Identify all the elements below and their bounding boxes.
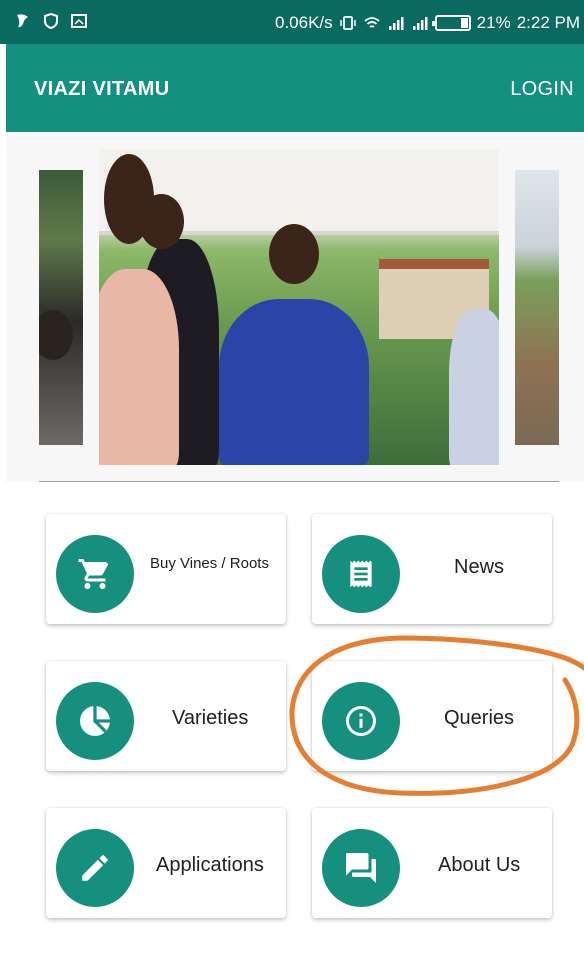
battery-level: 21% [476,13,511,32]
queries-label: Queries [444,706,515,729]
applications-card[interactable]: Applications [46,808,286,918]
app-screen: 0.06K/s 21% 2:22 PM VIAZI VITAMU LOGIN B… [0,0,584,956]
about-us-card[interactable]: About Us [312,808,552,918]
vibrate-icon [339,16,356,30]
status-icons-left [14,12,88,30]
signal-2-icon [412,17,428,30]
news-card[interactable]: News [312,514,552,624]
news-label: News [454,555,505,578]
status-icons-right: 0.06K/s 21% 2:22 PM [275,13,580,33]
cart-icon [56,535,134,613]
signal-icon [388,17,404,30]
network-speed: 0.06K/s [275,13,333,32]
buy-vines-card[interactable]: Buy Vines / Roots [46,514,286,624]
login-button[interactable]: LOGIN [510,78,574,101]
shield-icon [44,12,58,30]
carousel-slide-previous[interactable] [39,170,83,445]
photo-head [269,224,319,284]
buy-vines-label: Buy Vines / Roots [150,554,269,572]
pie-icon [56,682,134,760]
varieties-card[interactable]: Varieties [46,661,286,771]
screenshot-icon [71,14,87,28]
queries-card[interactable]: Queries [312,661,552,771]
battery-icon [431,15,471,31]
about-us-label: About Us [438,853,521,876]
carousel-slide-photo[interactable] [99,149,499,465]
photo-person [99,269,179,465]
wifi-icon [364,17,380,28]
photo-head [104,154,154,244]
carousel-slide-next[interactable] [515,170,559,445]
info-icon [322,682,400,760]
divider [39,481,559,482]
status-bar: 0.06K/s 21% 2:22 PM [0,0,584,44]
photo-person [449,309,499,465]
image-carousel[interactable] [6,132,584,482]
photo-person [39,310,73,360]
chat-icon [322,829,400,907]
clock: 2:22 PM [516,13,580,32]
pencil-icon [56,829,134,907]
photo-person [219,299,369,465]
applications-label: Applications [156,853,264,876]
app-title: VIAZI VITAMU [34,78,170,100]
varieties-label: Varieties [172,706,249,729]
app-bar: VIAZI VITAMU LOGIN [6,44,584,132]
receipt-icon [322,535,400,613]
app-notification-icon [17,14,28,28]
